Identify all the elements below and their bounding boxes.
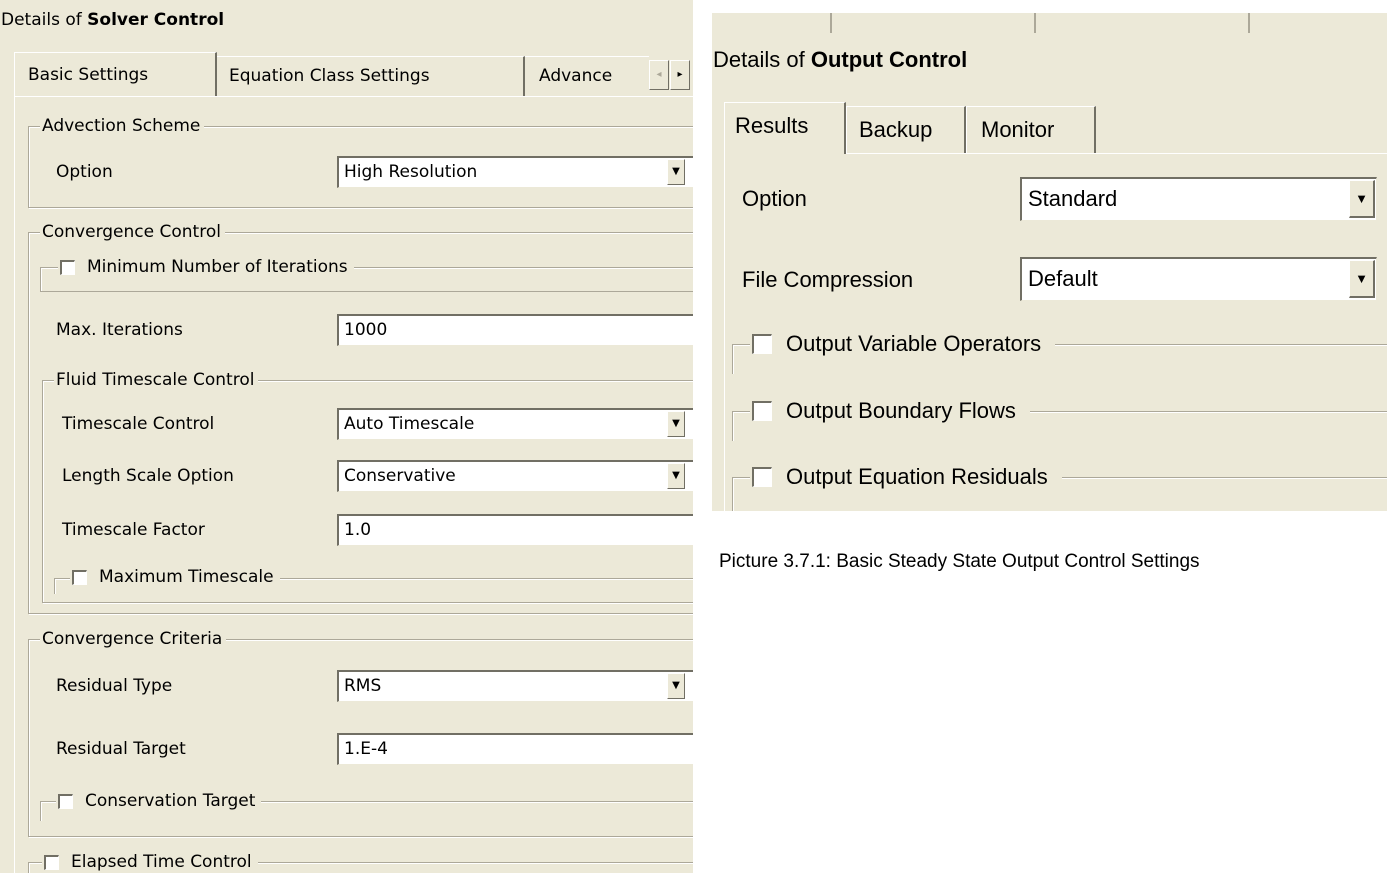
output-equation-residuals-option[interactable]: Output Equation Residuals — [750, 463, 1062, 491]
min-iterations-option[interactable]: Minimum Number of Iterations — [58, 257, 354, 277]
tab-advanced[interactable]: Advance — [525, 56, 649, 96]
length-scale-value: Conservative — [344, 466, 456, 486]
output-option-value: Standard — [1028, 186, 1118, 211]
output-equation-residuals-checkbox[interactable] — [752, 467, 772, 487]
timescale-factor-input[interactable]: 1.0 — [337, 514, 693, 546]
output-option-select[interactable]: Standard ▼ — [1020, 177, 1377, 221]
elapsed-time-label: Elapsed Time Control — [71, 852, 252, 872]
chevron-down-icon[interactable]: ▼ — [667, 463, 685, 489]
solver-control-panel: Details of Solver Control Basic Settings… — [0, 0, 693, 873]
output-panel-title-object: Output Control — [810, 47, 968, 72]
tab-scroll-left-icon[interactable]: ◂ — [649, 60, 669, 90]
top-strip-divider — [830, 13, 832, 33]
top-strip-divider — [1248, 13, 1250, 33]
conservation-target-option[interactable]: Conservation Target — [56, 791, 262, 811]
output-control-panel: Details of Output Control Results Backup… — [712, 13, 1387, 511]
output-panel-title: Details of Output Control — [713, 47, 968, 72]
tab-monitor[interactable]: Monitor — [966, 106, 1096, 154]
residual-type-label: Residual Type — [56, 676, 173, 696]
solver-panel-title-object: Solver Control — [87, 10, 225, 30]
output-tab-body-left-edge — [724, 153, 725, 511]
max-iterations-label: Max. Iterations — [56, 320, 183, 340]
residual-type-value: RMS — [344, 676, 382, 696]
advection-option-select[interactable]: High Resolution ▼ — [337, 156, 693, 188]
file-compression-label: File Compression — [742, 267, 914, 292]
tab-scroll-right-icon[interactable]: ▸ — [670, 60, 690, 90]
conservation-target-checkbox[interactable] — [58, 793, 73, 809]
min-iterations-group-bottom — [40, 291, 693, 292]
convergence-criteria-title: Convergence Criteria — [40, 629, 227, 649]
solver-panel-title: Details of Solver Control — [1, 10, 225, 30]
length-scale-select[interactable]: Conservative ▼ — [337, 460, 693, 492]
solver-tabstrip: Basic Settings Equation Class Settings A… — [14, 52, 693, 96]
tab-body-left-edge — [14, 96, 15, 873]
chevron-down-icon[interactable]: ▼ — [667, 673, 685, 699]
maximum-timescale-checkbox[interactable] — [72, 569, 87, 585]
length-scale-label: Length Scale Option — [62, 466, 234, 486]
output-variable-operators-checkbox[interactable] — [752, 334, 772, 354]
residual-target-label: Residual Target — [56, 739, 186, 759]
top-strip-divider — [1034, 13, 1036, 33]
chevron-down-icon[interactable]: ▼ — [667, 159, 685, 185]
advection-scheme-title: Advection Scheme — [40, 116, 205, 136]
file-compression-value: Default — [1028, 266, 1098, 291]
output-variable-operators-option[interactable]: Output Variable Operators — [750, 330, 1056, 358]
timescale-control-value: Auto Timescale — [344, 414, 475, 434]
tab-body-top-edge — [14, 96, 693, 97]
output-boundary-flows-checkbox[interactable] — [752, 401, 772, 421]
output-option-label: Option — [742, 186, 807, 211]
residual-type-select[interactable]: RMS ▼ — [337, 670, 693, 702]
fluid-timescale-title: Fluid Timescale Control — [54, 370, 259, 390]
chevron-down-icon[interactable]: ▼ — [1349, 180, 1375, 218]
advection-option-label: Option — [56, 162, 113, 182]
residual-target-input[interactable]: 1.E-4 — [337, 733, 693, 765]
min-iterations-checkbox[interactable] — [60, 259, 75, 275]
output-boundary-flows-label: Output Boundary Flows — [786, 398, 1016, 423]
file-compression-select[interactable]: Default ▼ — [1020, 257, 1377, 301]
output-equation-residuals-label: Output Equation Residuals — [786, 464, 1048, 489]
convergence-control-title: Convergence Control — [40, 222, 225, 242]
output-variable-operators-label: Output Variable Operators — [786, 331, 1042, 356]
max-iterations-input[interactable]: 1000 — [337, 314, 693, 346]
tab-results[interactable]: Results — [724, 102, 846, 154]
chevron-down-icon[interactable]: ▼ — [667, 411, 685, 437]
tab-equation-class-settings[interactable]: Equation Class Settings — [217, 56, 525, 96]
tab-basic-settings[interactable]: Basic Settings — [14, 52, 217, 96]
chevron-down-icon[interactable]: ▼ — [1349, 260, 1375, 298]
timescale-control-select[interactable]: Auto Timescale ▼ — [337, 408, 693, 440]
timescale-factor-label: Timescale Factor — [62, 520, 205, 540]
output-boundary-flows-option[interactable]: Output Boundary Flows — [750, 397, 1030, 425]
elapsed-time-checkbox[interactable] — [44, 854, 59, 870]
maximum-timescale-label: Maximum Timescale — [99, 567, 274, 587]
tab-backup[interactable]: Backup — [846, 106, 966, 154]
maximum-timescale-option[interactable]: Maximum Timescale — [70, 567, 280, 587]
figure-caption: Picture 3.7.1: Basic Steady State Output… — [719, 551, 1200, 572]
timescale-control-label: Timescale Control — [62, 414, 215, 434]
elapsed-time-option[interactable]: Elapsed Time Control — [42, 852, 258, 872]
min-iterations-label: Minimum Number of Iterations — [87, 257, 348, 277]
conservation-target-label: Conservation Target — [85, 791, 256, 811]
advection-option-value: High Resolution — [344, 162, 478, 182]
